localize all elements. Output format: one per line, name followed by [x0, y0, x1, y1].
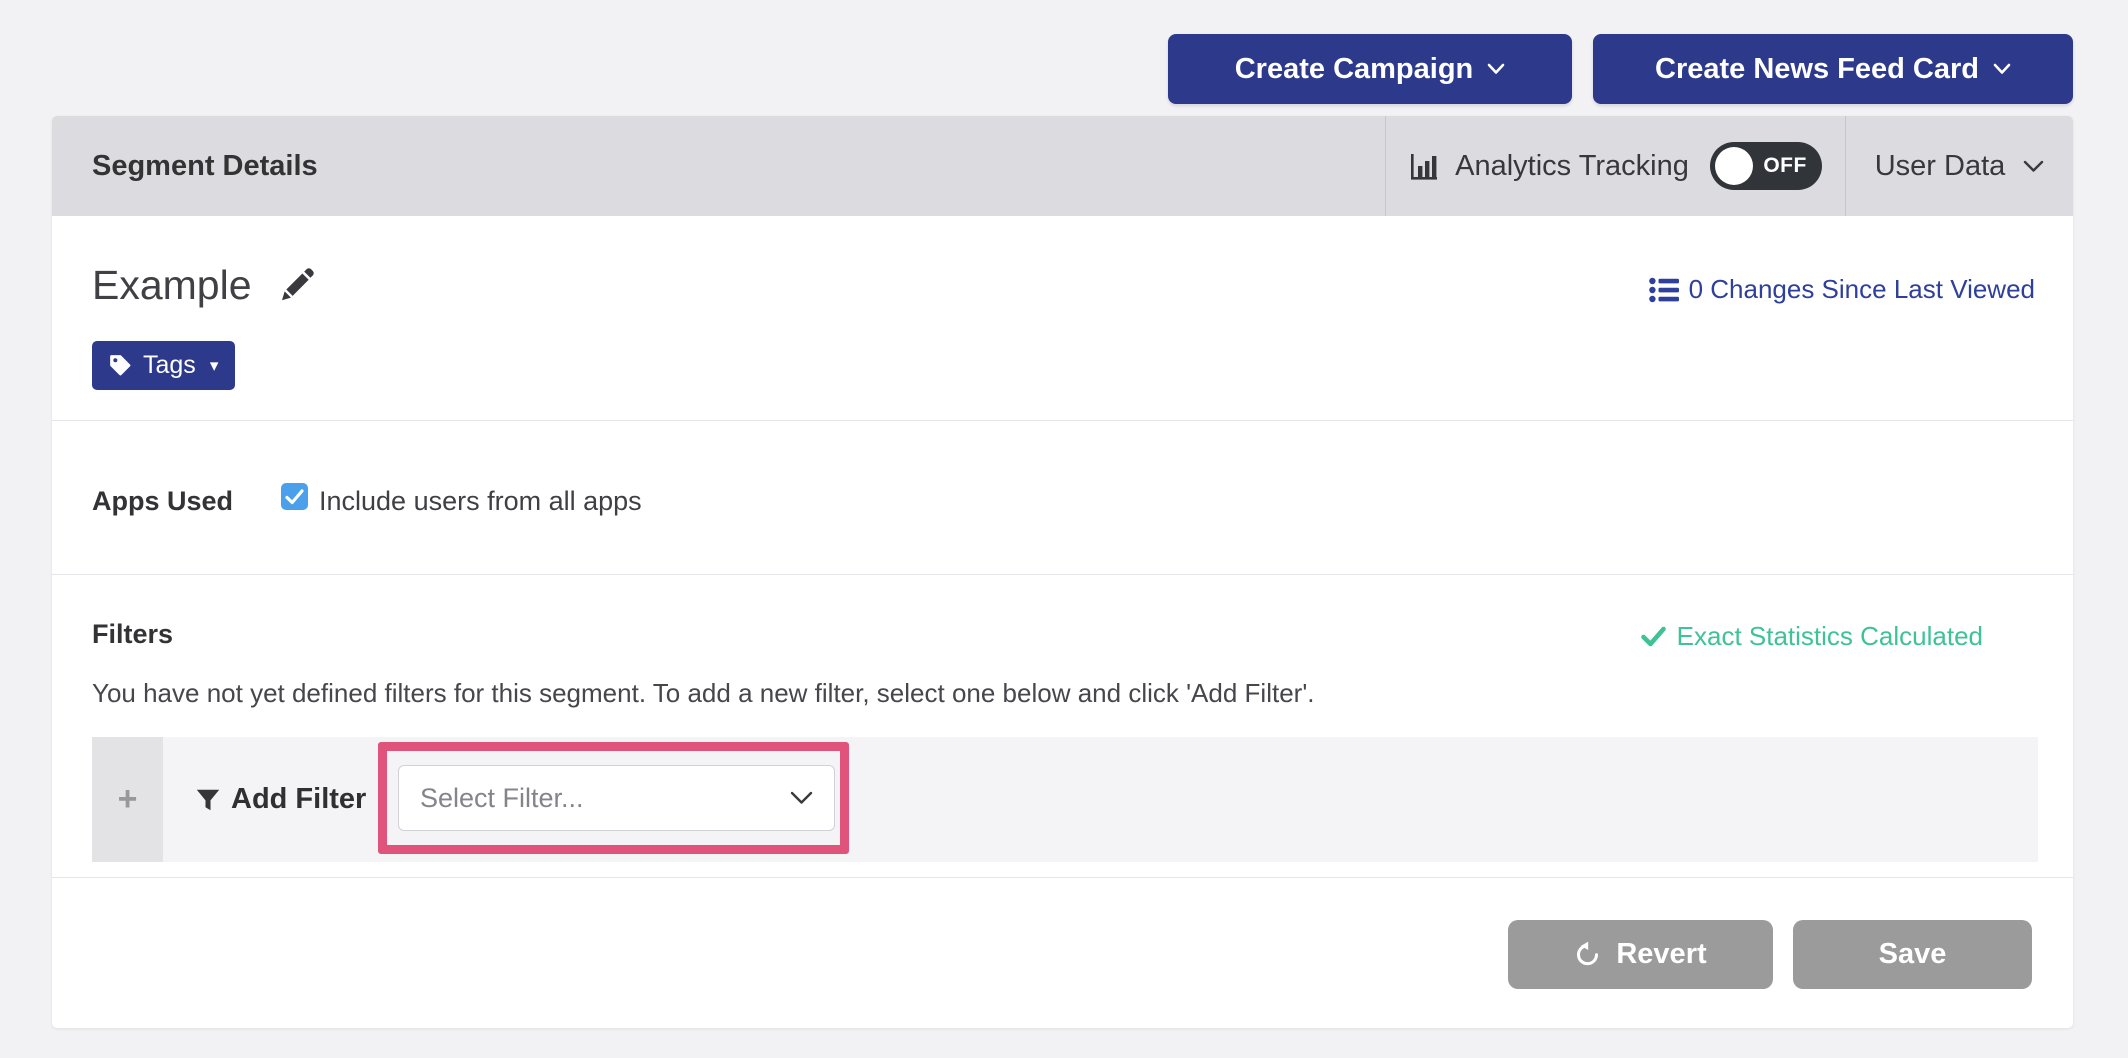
undo-icon: [1574, 941, 1601, 968]
funnel-icon: [196, 789, 220, 811]
divider: [52, 420, 2073, 421]
exact-statistics-label: Exact Statistics Calculated: [1677, 621, 1983, 652]
apps-used-label: Apps Used: [92, 486, 233, 517]
card-header: Segment Details Analytics Tracking: [52, 116, 2073, 216]
save-button-label: Save: [1879, 938, 1947, 971]
include-all-apps-label: Include users from all apps: [319, 486, 642, 517]
exact-statistics-status: Exact Statistics Calculated: [1641, 621, 1983, 652]
filter-select-placeholder: Select Filter...: [420, 783, 584, 814]
toggle-knob: [1715, 147, 1753, 185]
analytics-tracking-toggle[interactable]: OFF: [1710, 142, 1822, 190]
create-news-feed-card-button[interactable]: Create News Feed Card: [1593, 34, 2073, 104]
chevron-down-icon: [1487, 63, 1505, 75]
tags-button[interactable]: Tags ▾: [92, 341, 235, 390]
revert-button-label: Revert: [1616, 938, 1706, 971]
add-filter-label: Add Filter: [231, 783, 366, 816]
create-campaign-button[interactable]: Create Campaign: [1168, 34, 1572, 104]
include-all-apps-checkbox[interactable]: [281, 483, 308, 510]
list-icon: [1649, 277, 1679, 303]
plus-icon: +: [118, 780, 138, 819]
pencil-icon[interactable]: [278, 267, 315, 304]
filters-section-label: Filters: [92, 619, 173, 650]
create-news-feed-card-label: Create News Feed Card: [1655, 53, 1979, 86]
analytics-tracking-group: Analytics Tracking OFF: [1385, 116, 1845, 216]
user-data-menu[interactable]: User Data: [1845, 116, 2073, 216]
create-campaign-label: Create Campaign: [1235, 53, 1474, 86]
segment-title-row: Example: [92, 262, 315, 309]
filters-help-text: You have not yet defined filters for thi…: [92, 678, 1315, 709]
divider: [52, 877, 2073, 878]
tags-button-label: Tags: [143, 351, 196, 380]
analytics-tracking-label: Analytics Tracking: [1455, 150, 1689, 183]
chevron-down-icon: [790, 791, 813, 805]
check-icon: [1641, 626, 1666, 647]
changes-since-last-viewed-link[interactable]: 0 Changes Since Last Viewed: [1649, 274, 2035, 305]
add-filter-plus-button[interactable]: +: [92, 737, 163, 862]
add-filter-label-group: Add Filter: [196, 737, 366, 862]
bar-chart-icon: [1409, 151, 1440, 181]
annotation-highlight-box: Select Filter...: [378, 742, 849, 854]
revert-button[interactable]: Revert: [1508, 920, 1773, 989]
page: Create Campaign Create News Feed Card Se…: [0, 0, 2128, 1058]
user-data-label: User Data: [1875, 150, 2006, 183]
segment-name: Example: [92, 262, 252, 309]
changes-link-label: 0 Changes Since Last Viewed: [1689, 274, 2035, 305]
chevron-down-icon: [2023, 160, 2044, 173]
page-title: Segment Details: [92, 150, 318, 183]
divider: [52, 574, 2073, 575]
caret-down-icon: ▾: [210, 356, 219, 376]
check-icon: [285, 489, 304, 505]
segment-details-card: Segment Details Analytics Tracking: [52, 116, 2073, 1028]
toggle-state-label: OFF: [1763, 142, 1807, 190]
add-filter-row: + Add Filter Select Filter...: [92, 737, 2038, 862]
tag-icon: [109, 354, 132, 377]
save-button[interactable]: Save: [1793, 920, 2032, 989]
chevron-down-icon: [1993, 63, 2011, 75]
filter-select[interactable]: Select Filter...: [398, 765, 835, 831]
